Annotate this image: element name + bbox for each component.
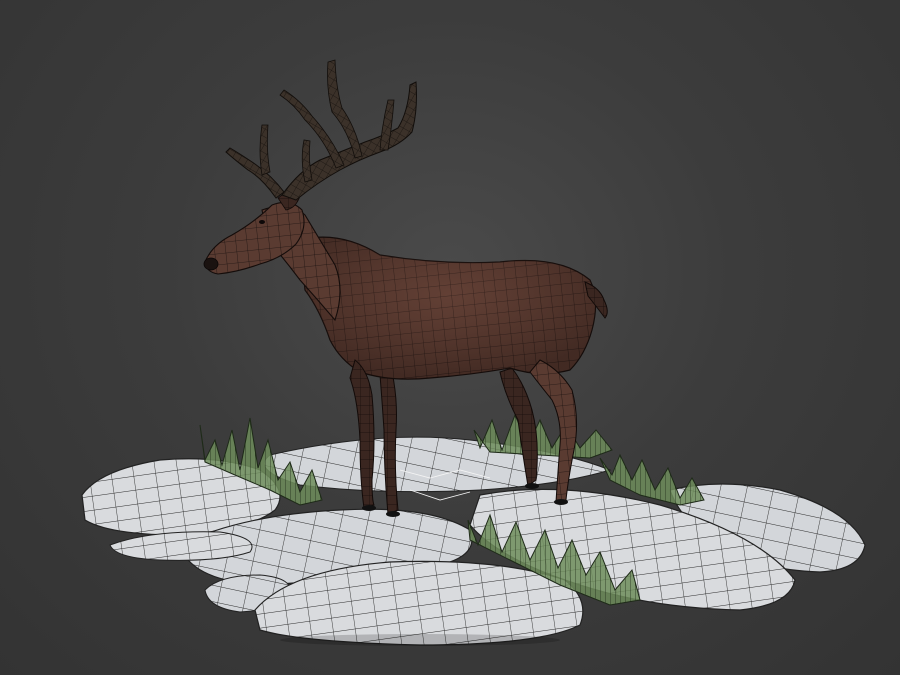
grass-back-right [473, 413, 613, 459]
deer-scene-render [81, 59, 866, 646]
deer-antler-tine-4 [259, 124, 271, 176]
deer-hoof-2 [386, 511, 400, 517]
deer-hoof-4 [554, 499, 568, 505]
rock-left-low [109, 531, 253, 561]
rock-shadow-front [280, 634, 560, 646]
deer-antler-tine-5 [301, 139, 313, 183]
deer-eye [259, 220, 265, 224]
deer-antler-left [225, 147, 285, 199]
deer-hoof-1 [362, 505, 376, 511]
3d-viewport[interactable] [0, 0, 900, 675]
deer-hoof-3 [525, 483, 539, 489]
deer-nose [203, 257, 219, 271]
